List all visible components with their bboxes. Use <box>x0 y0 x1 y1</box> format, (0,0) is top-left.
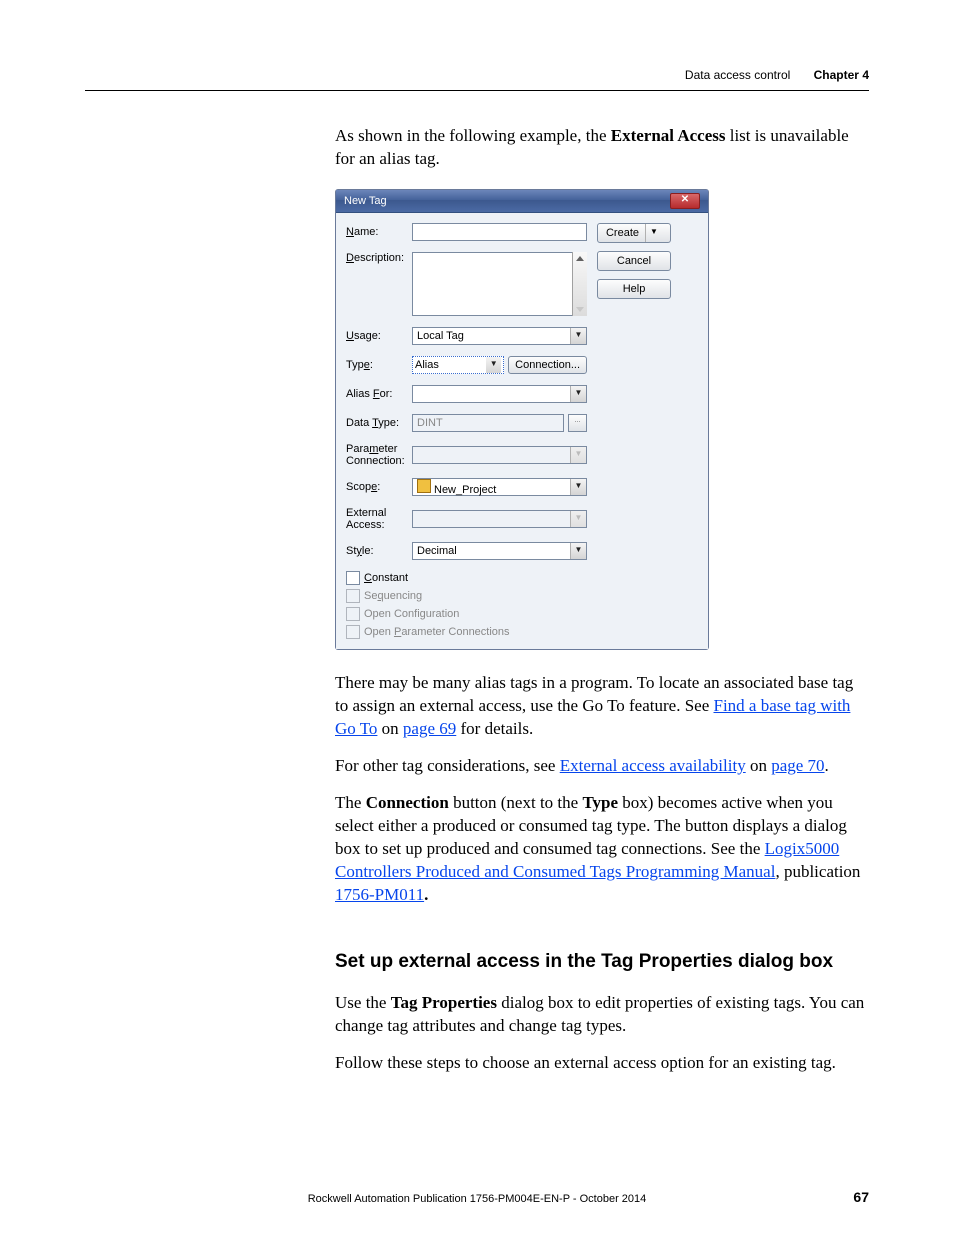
usage-combo[interactable]: Local Tag ▼ <box>412 327 587 345</box>
chevron-down-icon: ▼ <box>570 479 586 495</box>
name-label: Name: <box>346 226 412 238</box>
close-icon[interactable]: ✕ <box>670 193 700 209</box>
scope-label: Scope: <box>346 481 412 493</box>
alias-paragraph: There may be many alias tags in a progra… <box>335 672 869 741</box>
chevron-down-icon: ▼ <box>570 386 586 402</box>
dialog-titlebar: New Tag ✕ <box>336 190 708 213</box>
section-name: Data access control <box>685 68 790 82</box>
name-input[interactable] <box>412 223 587 241</box>
connection-button[interactable]: Connection... <box>508 356 587 374</box>
description-label: Description: <box>346 252 412 264</box>
browse-button[interactable]: ... <box>568 414 587 432</box>
style-label: Style: <box>346 545 412 557</box>
openparam-checkbox-label: Open Parameter Connections <box>364 626 510 638</box>
description-textarea[interactable] <box>412 252 587 316</box>
page70-link[interactable]: page 70 <box>771 756 824 775</box>
create-button[interactable]: Create ▼ <box>597 223 671 243</box>
footer-text: Rockwell Automation Publication 1756-PM0… <box>308 1193 647 1205</box>
opencfg-checkbox-label: Open Configuration <box>364 608 459 620</box>
chevron-down-icon: ▼ <box>570 543 586 559</box>
type-combo[interactable]: Alias ▼ <box>412 356 504 374</box>
considerations-paragraph: For other tag considerations, see Extern… <box>335 755 869 778</box>
page-footer: Rockwell Automation Publication 1756-PM0… <box>85 1193 869 1205</box>
extaccess-combo: ▼ <box>412 510 587 528</box>
chevron-down-icon: ▼ <box>570 328 586 344</box>
sequencing-checkbox <box>346 589 360 603</box>
tagprops-paragraph: Use the Tag Properties dialog box to edi… <box>335 992 869 1038</box>
publication-link[interactable]: 1756-PM011 <box>335 885 424 904</box>
cancel-button[interactable]: Cancel <box>597 251 671 271</box>
chevron-down-icon: ▼ <box>486 357 501 373</box>
constant-checkbox[interactable] <box>346 571 360 585</box>
chevron-down-icon: ▼ <box>570 447 586 463</box>
paramconn-label: Parameter Connection: <box>346 443 412 467</box>
chevron-down-icon: ▼ <box>645 224 662 242</box>
scope-combo[interactable]: New_Project ▼ <box>412 478 587 496</box>
dialog-title-text: New Tag <box>344 190 387 212</box>
section-heading: Set up external access in the Tag Proper… <box>335 949 869 975</box>
steps-paragraph: Follow these steps to choose an external… <box>335 1052 869 1075</box>
datatype-input[interactable] <box>412 414 564 432</box>
page-number: 67 <box>853 1189 869 1205</box>
sequencing-checkbox-label: Sequencing <box>364 590 422 602</box>
new-tag-dialog: New Tag ✕ Name: Description: <box>335 189 709 650</box>
aliasfor-combo[interactable]: ▼ <box>412 385 587 403</box>
chevron-down-icon: ▼ <box>570 511 586 527</box>
chapter-label: Chapter 4 <box>814 68 869 82</box>
openparam-checkbox <box>346 625 360 639</box>
opencfg-checkbox <box>346 607 360 621</box>
style-combo[interactable]: Decimal ▼ <box>412 542 587 560</box>
extaccess-avail-link[interactable]: External access availability <box>560 756 746 775</box>
project-icon <box>417 479 431 493</box>
help-button[interactable]: Help <box>597 279 671 299</box>
usage-label: Usage: <box>346 330 412 342</box>
datatype-label: Data Type: <box>346 417 412 429</box>
extaccess-label: External Access: <box>346 507 412 531</box>
aliasfor-label: Alias For: <box>346 388 412 400</box>
page-header: Data access control Chapter 4 <box>685 68 869 82</box>
textarea-scrollbar[interactable] <box>572 252 587 316</box>
connection-paragraph: The Connection button (next to the Type … <box>335 792 869 907</box>
paramconn-combo: ▼ <box>412 446 587 464</box>
constant-checkbox-label: Constant <box>364 572 408 584</box>
header-rule <box>85 90 869 91</box>
type-label: Type: <box>346 359 412 371</box>
intro-paragraph: As shown in the following example, the E… <box>335 125 869 171</box>
page69-link[interactable]: page 69 <box>403 719 456 738</box>
